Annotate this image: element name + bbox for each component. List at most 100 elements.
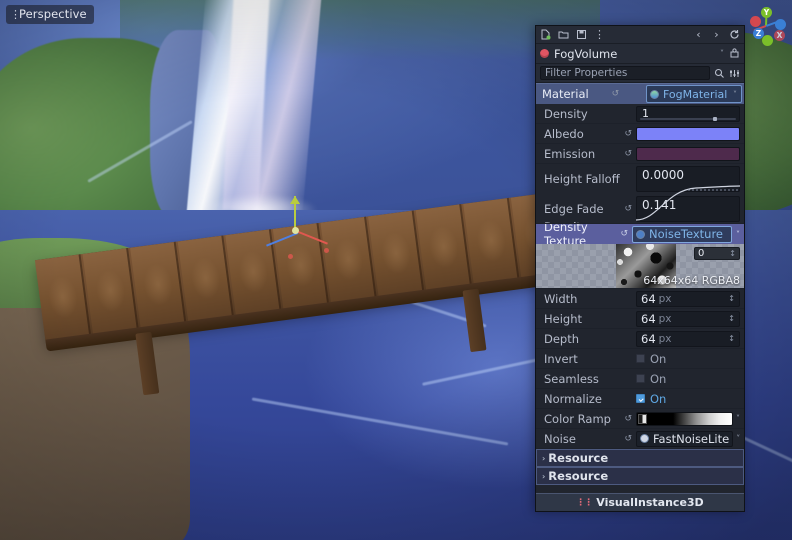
- seamless-checkbox[interactable]: On: [636, 372, 740, 386]
- color-ramp-gradient[interactable]: [636, 412, 733, 426]
- normalize-checkbox[interactable]: On: [636, 392, 740, 406]
- chevron-right-icon[interactable]: ›: [542, 472, 545, 481]
- reset-icon[interactable]: ↺: [624, 204, 632, 214]
- reset-icon[interactable]: ↺: [612, 89, 620, 99]
- density-slider[interactable]: 1: [636, 106, 740, 122]
- checkbox-box[interactable]: [636, 374, 645, 383]
- property-row-noise[interactable]: Noise ↺ FastNoiseLite ˅: [536, 429, 744, 449]
- width-field[interactable]: 64 px ↕: [636, 291, 740, 307]
- density-texture-resource-picker[interactable]: NoiseTexture: [632, 226, 732, 243]
- spinner-arrows-icon[interactable]: ↕: [728, 335, 735, 343]
- slider-grip[interactable]: [713, 117, 717, 121]
- property-row-normalize[interactable]: Normalize On: [536, 389, 744, 409]
- property-row-width[interactable]: Width 64 px ↕: [536, 289, 744, 309]
- depth-field[interactable]: 64 px ↕: [636, 331, 740, 347]
- chevron-down-icon[interactable]: ˅: [720, 49, 724, 58]
- axis-gizmo-y-neg[interactable]: [762, 35, 773, 46]
- height-falloff-control[interactable]: 0.0000: [636, 166, 740, 192]
- spinner-arrows-icon[interactable]: ↕: [728, 315, 735, 323]
- material-resource-picker[interactable]: FogMaterial ˅: [646, 85, 742, 103]
- texture-layer-spinner[interactable]: 0 ↕: [694, 247, 740, 260]
- inspected-object-row[interactable]: FogVolume ˅: [536, 44, 744, 64]
- property-row-density[interactable]: Density 1: [536, 104, 744, 124]
- height-falloff-value: 0.0000: [642, 168, 684, 182]
- search-icon[interactable]: [714, 68, 725, 79]
- property-label: Invert: [544, 352, 636, 366]
- new-resource-icon[interactable]: [540, 29, 551, 40]
- kebab-menu-icon[interactable]: ⋮: [10, 9, 16, 20]
- nav-forward-icon[interactable]: ›: [711, 29, 722, 40]
- kebab-menu-icon[interactable]: ⋮: [594, 29, 605, 40]
- filter-properties-input[interactable]: Filter Properties: [540, 66, 710, 80]
- axis-gizmo-x-neg[interactable]: [750, 16, 761, 27]
- property-row-height[interactable]: Height 64 px ↕: [536, 309, 744, 329]
- category-material[interactable]: Material ↺ FogMaterial ˅: [536, 83, 744, 104]
- reset-icon[interactable]: ↺: [624, 414, 632, 424]
- open-icon[interactable]: [558, 29, 569, 40]
- axis-gizmo-x-pos[interactable]: X: [774, 30, 785, 41]
- chevron-down-icon[interactable]: ˅: [733, 90, 737, 99]
- spinner-arrows-icon[interactable]: ↕: [729, 250, 736, 258]
- history-icon[interactable]: [729, 29, 740, 40]
- property-row-seamless[interactable]: Seamless On: [536, 369, 744, 389]
- reset-icon[interactable]: ↺: [624, 129, 632, 139]
- chevron-down-icon[interactable]: ˅: [736, 434, 740, 443]
- albedo-control[interactable]: [636, 127, 740, 141]
- emission-color-swatch[interactable]: [636, 147, 740, 161]
- property-row-albedo[interactable]: Albedo ↺: [536, 124, 744, 144]
- property-label: Noise: [544, 432, 624, 446]
- edge-fade-field[interactable]: 0.141: [636, 196, 740, 222]
- property-row-edge-fade[interactable]: Edge Fade ↺ 0.141: [536, 194, 744, 224]
- inspector-footer[interactable]: ⋮⋮ VisualInstance3D: [536, 493, 744, 511]
- edge-fade-control[interactable]: 0.141: [636, 196, 740, 222]
- noise-control[interactable]: FastNoiseLite ˅: [636, 431, 740, 447]
- width-unit: px: [659, 293, 672, 305]
- chevron-down-icon[interactable]: ˅: [736, 414, 740, 423]
- property-row-emission[interactable]: Emission ↺: [536, 144, 744, 164]
- property-row-color-ramp[interactable]: Color Ramp ↺ ˅: [536, 409, 744, 429]
- property-row-invert[interactable]: Invert On: [536, 349, 744, 369]
- filter-sort-icon[interactable]: [729, 68, 740, 79]
- height-control[interactable]: 64 px ↕: [636, 311, 740, 327]
- height-falloff-field[interactable]: 0.0000: [636, 166, 740, 192]
- height-field[interactable]: 64 px ↕: [636, 311, 740, 327]
- property-label: Height: [544, 312, 636, 326]
- chevron-right-icon[interactable]: ›: [542, 454, 545, 463]
- seamless-control[interactable]: On: [636, 372, 740, 386]
- property-label: Width: [544, 292, 636, 306]
- nav-back-icon[interactable]: ‹: [693, 29, 704, 40]
- property-row-height-falloff[interactable]: Height Falloff 0.0000: [536, 164, 744, 194]
- albedo-color-swatch[interactable]: [636, 127, 740, 141]
- section-resource-outer[interactable]: › Resource: [536, 467, 744, 485]
- property-label: Emission: [544, 147, 624, 161]
- save-icon[interactable]: [576, 29, 587, 40]
- emission-control[interactable]: [636, 147, 740, 161]
- axis-gizmo[interactable]: Y Z X: [746, 4, 786, 46]
- color-ramp-control[interactable]: ˅: [636, 412, 740, 426]
- normalize-control[interactable]: On: [636, 392, 740, 406]
- checkbox-box[interactable]: [636, 354, 645, 363]
- texture-preview[interactable]: 0 ↕ 64x64x64 RGBA8: [536, 244, 744, 289]
- spinner-arrows-icon[interactable]: ↕: [728, 295, 735, 303]
- axis-gizmo-y-pos[interactable]: Y: [761, 7, 772, 18]
- depth-control[interactable]: 64 px ↕: [636, 331, 740, 347]
- viewport-label[interactable]: ⋮ Perspective: [6, 5, 94, 24]
- chevron-down-icon[interactable]: ˅: [736, 230, 740, 239]
- axis-gizmo-z-pos[interactable]: [775, 19, 786, 30]
- reset-icon[interactable]: ↺: [624, 434, 632, 444]
- object-tools-icon[interactable]: [729, 48, 740, 59]
- invert-control[interactable]: On: [636, 352, 740, 366]
- width-control[interactable]: 64 px ↕: [636, 291, 740, 307]
- inspected-object-name: FogVolume: [554, 47, 715, 61]
- reset-icon[interactable]: ↺: [624, 149, 632, 159]
- checkbox-box[interactable]: [636, 394, 645, 403]
- height-unit: px: [659, 313, 672, 325]
- property-row-depth[interactable]: Depth 64 px ↕: [536, 329, 744, 349]
- noise-resource-picker[interactable]: FastNoiseLite: [636, 431, 733, 447]
- section-resource-inner[interactable]: › Resource: [536, 449, 744, 467]
- reset-icon[interactable]: ↺: [620, 229, 628, 239]
- invert-checkbox[interactable]: On: [636, 352, 740, 366]
- density-control[interactable]: 1: [636, 106, 740, 122]
- noise-resource-name: FastNoiseLite: [653, 432, 729, 446]
- property-row-density-texture[interactable]: Density Texture ↺ NoiseTexture ˅: [536, 224, 744, 244]
